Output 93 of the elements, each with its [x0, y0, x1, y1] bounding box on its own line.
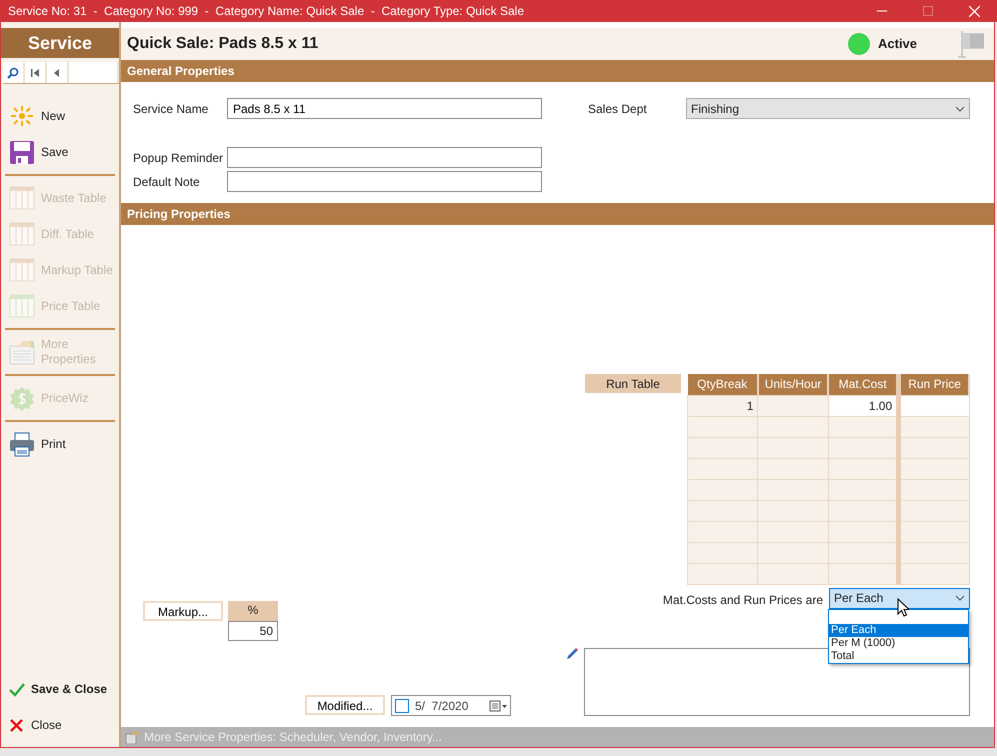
pencil-icon[interactable]: [566, 648, 578, 660]
table-cell[interactable]: [758, 458, 828, 479]
field-label: Default Note: [133, 174, 201, 190]
close-icon[interactable]: [968, 6, 980, 16]
first-icon: [29, 66, 41, 78]
table-cell[interactable]: [898, 395, 969, 416]
modified-button[interactable]: Modified...: [305, 695, 385, 715]
dropdown-field[interactable]: Finishing: [686, 98, 970, 119]
table-cell[interactable]: [688, 521, 758, 542]
table-cell[interactable]: [828, 500, 899, 521]
column-header: Units/Hour: [758, 374, 828, 395]
dropdown-option[interactable]: Per M (1000): [829, 636, 968, 650]
maximize-icon: [923, 6, 933, 16]
chevron-down-icon: [955, 106, 965, 112]
nav-button[interactable]: [47, 62, 69, 83]
table-cell[interactable]: [758, 437, 828, 458]
date-field[interactable]: 5/ 7/2020: [391, 695, 511, 716]
table-cell[interactable]: 1: [688, 395, 758, 416]
close-icon: [9, 718, 25, 732]
table-icon: [9, 186, 35, 210]
table-cell[interactable]: [898, 458, 969, 479]
sidebar-item[interactable]: Save: [1, 134, 119, 170]
table-cell[interactable]: [758, 500, 828, 521]
table-icon: [9, 222, 35, 246]
page-title: Quick Sale: Pads 8.5 x 11: [127, 34, 320, 54]
column-header: QtyBreak: [688, 374, 758, 395]
sidebar-title: Service: [1, 28, 119, 58]
dropdown-option[interactable]: Per Each: [829, 624, 968, 636]
table-cell[interactable]: [898, 479, 969, 500]
document-icon: [9, 340, 35, 364]
sidebar-item[interactable]: New: [1, 98, 119, 134]
table-cell[interactable]: [688, 458, 758, 479]
search-icon: [7, 66, 19, 78]
notes-field[interactable]: [584, 648, 970, 716]
field-label: Sales Dept: [588, 100, 648, 118]
column-header: Mat.Cost: [828, 374, 899, 395]
table-cell[interactable]: [688, 479, 758, 500]
chevron-down-icon: [955, 595, 965, 601]
table-icon: [9, 294, 35, 318]
table-cell[interactable]: [688, 563, 758, 584]
sidebar-item[interactable]: Close: [1, 707, 119, 743]
table-cell[interactable]: [758, 563, 828, 584]
field-label: Mat.Costs and Run Prices are: [662, 592, 823, 608]
table-cell[interactable]: [828, 479, 899, 500]
table-cell[interactable]: 1.00: [828, 395, 899, 416]
table-cell[interactable]: [898, 500, 969, 521]
table-cell[interactable]: [828, 458, 899, 479]
table-caption: Run Table: [585, 374, 681, 393]
table-cell[interactable]: [758, 416, 828, 437]
field-label: Service Name: [133, 100, 210, 118]
section-header: General Properties: [121, 60, 994, 82]
text-field[interactable]: [227, 147, 542, 168]
field-label: Popup Reminder: [133, 150, 224, 166]
table-cell[interactable]: [828, 521, 899, 542]
table-cell[interactable]: [758, 395, 828, 416]
markup-button[interactable]: Markup...: [143, 600, 223, 620]
table-cell[interactable]: [688, 500, 758, 521]
table-cell[interactable]: [758, 521, 828, 542]
sidebar-item[interactable]: Save & Close: [1, 671, 119, 707]
table-cell[interactable]: [758, 542, 828, 563]
checkbox[interactable]: [395, 698, 409, 712]
clipboard-icon: [125, 730, 139, 744]
table-cell[interactable]: [828, 542, 899, 563]
text-field[interactable]: [227, 171, 542, 192]
table-cell[interactable]: [688, 437, 758, 458]
dollar-badge-icon: [9, 386, 35, 410]
table-cell[interactable]: [688, 542, 758, 563]
check-icon: [9, 682, 25, 696]
table-cell[interactable]: [828, 416, 899, 437]
table-cell[interactable]: [758, 479, 828, 500]
table-cell[interactable]: [898, 416, 969, 437]
table-icon: [9, 258, 35, 282]
nav-button[interactable]: [3, 62, 25, 83]
table-cell[interactable]: [688, 416, 758, 437]
text-field[interactable]: Pads 8.5 x 11: [227, 98, 542, 119]
sidebar-item[interactable]: Print: [1, 426, 119, 462]
table-cell[interactable]: [828, 437, 899, 458]
table-cell[interactable]: [898, 437, 969, 458]
status-label: Active: [878, 35, 918, 54]
table-cell[interactable]: [828, 563, 899, 584]
dropdown-option[interactable]: Total: [829, 650, 968, 662]
table-cell[interactable]: [898, 521, 969, 542]
sun-icon: [9, 104, 35, 128]
table-cell[interactable]: [898, 542, 969, 563]
window-title: Service No: 31 - Category No: 999 - Category Name: Quick Sale - Category Type: Quick Sale: [8, 3, 525, 20]
calendar-icon[interactable]: [489, 700, 507, 712]
nav-button[interactable]: [25, 62, 47, 83]
table-cell[interactable]: [898, 563, 969, 584]
number-field[interactable]: 50: [228, 620, 278, 640]
column-header: Run Price: [898, 374, 969, 395]
column-header: %: [228, 600, 278, 620]
section-header: Pricing Properties: [121, 203, 994, 225]
printer-icon: [9, 432, 35, 456]
